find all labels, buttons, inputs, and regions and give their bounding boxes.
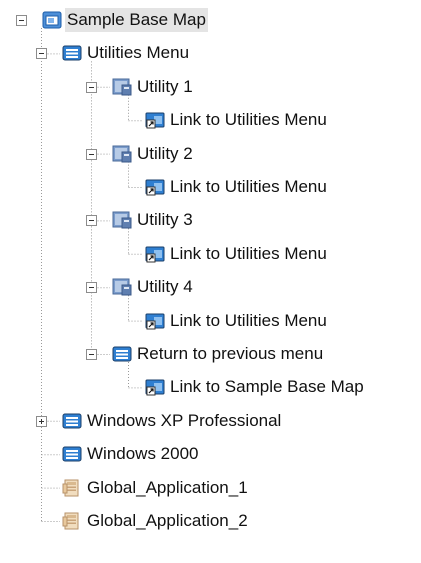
tree-node-label: Link to Utilities Menu — [170, 110, 327, 130]
tree-node-label: Link to Sample Base Map — [170, 377, 364, 397]
collapse-toggle[interactable] — [86, 282, 97, 294]
tree-node-label: Return to previous menu — [137, 344, 324, 363]
tree-node-label: Link to Utilities Menu — [170, 243, 327, 263]
collapse-toggle[interactable] — [16, 15, 27, 26]
tree-node-label: Windows XP Professional — [87, 410, 282, 430]
tree-node-windows-2000[interactable]: Windows 2000 — [62, 442, 201, 466]
tree-node-utility-1-link[interactable]: Link to Utilities Menu — [145, 108, 329, 132]
tree-node-label: Utility 2 — [137, 143, 193, 163]
tree-node-label: Windows 2000 — [87, 444, 199, 464]
tree-node-label: Utilities Menu — [87, 43, 190, 63]
utility-icon — [112, 277, 132, 297]
collapse-toggle[interactable] — [86, 349, 97, 360]
menu-icon — [62, 411, 82, 431]
tree-node-utility-3-link[interactable]: Link to Utilities Menu — [145, 242, 329, 266]
utility-icon — [112, 210, 132, 230]
tree-node-utility-2[interactable]: Utility 2 — [112, 142, 195, 166]
tree-node-global-app-2[interactable]: Global_Application_2 — [62, 509, 250, 533]
tree-node-label: Utility 4 — [137, 277, 193, 297]
link-icon — [145, 110, 165, 130]
tree-node-label: Global_Application_1 — [87, 477, 248, 497]
tree-node-global-app-1[interactable]: Global_Application_1 — [62, 476, 250, 500]
collapse-toggle[interactable] — [36, 48, 47, 60]
menu-icon — [112, 344, 132, 364]
link-icon — [145, 177, 165, 197]
collapse-toggle[interactable] — [86, 148, 97, 160]
application-icon — [62, 478, 82, 498]
tree-view: Sample Base Map Utilities Menu Utility 1 Li… — [0, 0, 421, 563]
tree-node-utility-2-link[interactable]: Link to Utilities Menu — [145, 175, 329, 199]
tree-node-label: Utility 3 — [137, 210, 193, 230]
tree-node-return-link[interactable]: Link to Sample Base Map — [145, 375, 366, 399]
menu-icon — [62, 43, 82, 63]
tree-node-utility-1[interactable]: Utility 1 — [112, 75, 195, 99]
link-icon — [145, 377, 165, 397]
utility-icon — [112, 144, 132, 164]
expand-toggle[interactable] — [36, 415, 47, 427]
tree-node-return-previous[interactable]: Return to previous menu — [112, 342, 325, 366]
menu-icon — [62, 444, 82, 464]
collapse-toggle[interactable] — [86, 81, 97, 93]
tree-node-utilities-menu[interactable]: Utilities Menu — [62, 41, 191, 65]
tree-node-utility-3[interactable]: Utility 3 — [112, 208, 195, 232]
utility-icon — [112, 77, 132, 97]
collapse-toggle[interactable] — [86, 215, 97, 227]
tree-node-label: Link to Utilities Menu — [170, 177, 327, 196]
tree-node-label: Global_Application_2 — [87, 511, 248, 530]
application-icon — [62, 511, 82, 531]
tree-node-utility-4-link[interactable]: Link to Utilities Menu — [145, 309, 329, 333]
tree-node-label: Utility 1 — [137, 76, 193, 96]
tree-node-windows-xp[interactable]: Windows XP Professional — [62, 409, 283, 433]
link-icon — [145, 244, 165, 264]
base-map-icon — [42, 10, 62, 30]
link-icon — [145, 311, 165, 331]
tree-node-sample-base-map[interactable]: Sample Base Map — [42, 8, 208, 32]
tree-node-utility-4[interactable]: Utility 4 — [112, 275, 195, 299]
tree-node-label: Sample Base Map — [65, 8, 208, 32]
tree-node-label: Link to Utilities Menu — [170, 310, 327, 330]
